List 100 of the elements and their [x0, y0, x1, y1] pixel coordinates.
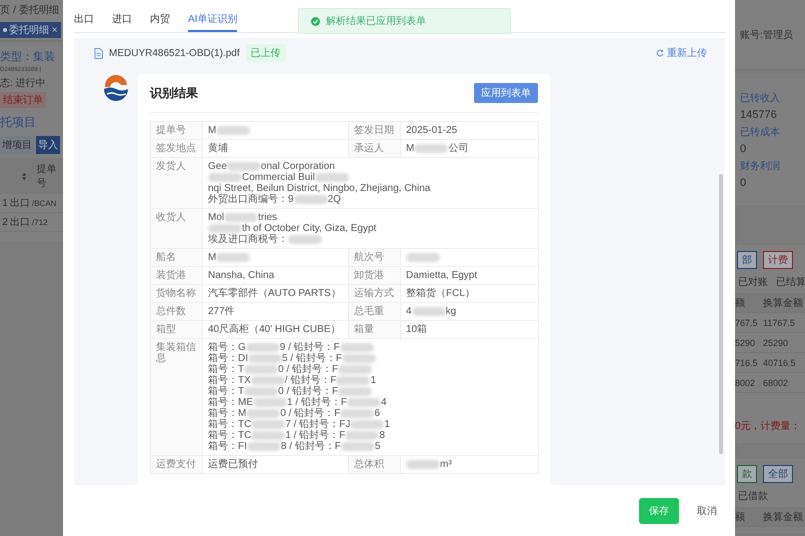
field-value: 6: [374, 408, 380, 419]
fee-summary: 0元，计费量：: [735, 420, 802, 433]
field-label: 提单号: [150, 122, 202, 140]
field-value: 1: [384, 419, 390, 430]
table-cell: 11767.5: [763, 318, 795, 328]
field-value: 箱号：ME: [208, 397, 253, 408]
blurred-text: [350, 420, 384, 430]
field-value: 2025-01-25: [406, 125, 458, 136]
field-label: 总件数: [150, 302, 202, 320]
stat-value: 0: [740, 143, 748, 155]
field-value: 箱号：FI: [208, 441, 247, 452]
breadcrumb-item[interactable]: /: [13, 4, 16, 16]
field-value: 5 / 铅封号：F: [282, 353, 342, 364]
tab[interactable]: 进口: [112, 10, 132, 32]
field-value: 4: [406, 306, 412, 317]
field-value: 汽车零部件（AUTO PARTS）: [208, 288, 341, 299]
account-label: 账号:管理员: [740, 30, 793, 41]
field-value: M: [406, 143, 414, 154]
success-icon: [311, 16, 320, 26]
breadcrumb-item[interactable]: 委托明细: [18, 3, 59, 17]
field-value: Nansha, China: [208, 270, 274, 281]
filter-option[interactable]: 已借款: [738, 489, 768, 503]
column-header: 提单号: [36, 162, 58, 190]
page-tab[interactable]: 委托明细 ×: [0, 22, 61, 38]
field-value: Damietta, Egypt: [406, 270, 478, 281]
table-cell: 40716.5: [763, 358, 796, 368]
field-value: 箱号：TC: [208, 430, 252, 441]
sort-icon[interactable]: [22, 172, 26, 180]
field-label: 承运人: [348, 140, 400, 158]
toolbar-button[interactable]: 导入: [36, 136, 60, 154]
blurred-text: [340, 442, 375, 452]
table-cell: /BCAN: [32, 198, 56, 208]
apply-button[interactable]: 应用到表单: [474, 83, 538, 103]
table-cell: /712: [32, 218, 48, 226]
table-cell-text: 5290: [735, 338, 756, 348]
scrollbar[interactable]: [719, 174, 723, 454]
cancel-button[interactable]: 取消: [695, 498, 719, 522]
tab[interactable]: AI单证识别: [188, 10, 238, 32]
table-cell-text: 出口: [10, 216, 31, 229]
blurred-text: [288, 235, 322, 244]
field-value: 箱号：G: [208, 342, 246, 353]
filter-tag[interactable]: 全部: [763, 465, 793, 483]
table-cell-text: 出口: [10, 196, 31, 210]
field-value: 运费已预付: [208, 459, 258, 470]
field-value: 1 / 铅封号：F: [285, 430, 346, 441]
blurred-text: [412, 307, 446, 316]
blurred-text: [314, 173, 349, 182]
field-value: 8 / 铅封号：F: [280, 441, 341, 452]
blurred-text: [406, 253, 440, 262]
field-value: 7 / 铅封号：FJ: [285, 419, 350, 430]
table-cell-text: 767.5: [735, 318, 759, 328]
field-value: tries: [258, 212, 278, 223]
field-label: 船名: [150, 248, 202, 266]
tab[interactable]: 出口: [74, 10, 94, 32]
field-label: 运输方式: [348, 284, 400, 302]
column-header: 换算金额: [763, 296, 803, 310]
end-order-button[interactable]: 结束订单: [0, 92, 46, 108]
field-value: 外贸出口商编号：9: [208, 194, 294, 205]
file-name: MEDUYR486521-OBD(1).pdf: [109, 48, 240, 58]
field-label: 签发地点: [150, 140, 202, 158]
filter-option[interactable]: 已对账: [738, 275, 768, 289]
save-button[interactable]: 保存: [639, 498, 679, 524]
filter-tag[interactable]: 计费: [763, 251, 793, 269]
tab[interactable]: 内贸: [150, 10, 170, 32]
table-cell-text: 2: [1, 216, 9, 228]
field-label: 收货人: [150, 208, 202, 248]
column-header: 换算金额: [763, 510, 803, 524]
blurred-text: [340, 343, 374, 352]
field-label: 总体积: [348, 456, 400, 474]
field-label: 签发日期: [348, 122, 400, 140]
status-tag: 已上传: [246, 44, 286, 62]
table-cell-text: 716.5: [735, 358, 759, 368]
field-value: 0 / 铅封号：F: [278, 386, 338, 397]
field-label: 装货港: [150, 266, 202, 284]
field-value: 8: [379, 430, 385, 441]
filter-tag[interactable]: 部: [737, 251, 757, 269]
blurred-text: [345, 431, 380, 440]
card-title: 识别结果: [150, 84, 198, 102]
field-value: 箱号：M: [208, 408, 246, 419]
reupload-link[interactable]: 重新上传: [656, 46, 707, 60]
blurred-text: [251, 420, 286, 430]
blurred-text: [251, 431, 286, 440]
section-title: 托项目: [0, 114, 37, 131]
field-value: 整箱货（FCL）: [406, 288, 475, 299]
field-value: 公司: [448, 143, 468, 154]
breadcrumb-item[interactable]: 页: [0, 3, 10, 17]
filter-tag[interactable]: 款: [737, 465, 757, 483]
blurred-text: [253, 398, 287, 408]
table-cell-text: 1: [1, 198, 9, 208]
field-value: 40尺高柜（40' HIGH CUBE）: [208, 324, 340, 335]
blurred-text: [342, 354, 376, 364]
field-value: M: [208, 252, 216, 263]
toolbar-button[interactable]: 增项目: [0, 136, 34, 154]
table-cell: 25290: [763, 338, 788, 348]
field-value: 10箱: [406, 324, 428, 335]
field-label: 集装箱信息: [150, 338, 202, 456]
blurred-text: [347, 398, 382, 408]
field-value: 箱号：TX: [208, 375, 251, 386]
blurred-text: [244, 387, 278, 396]
field-value: 277件: [208, 306, 235, 317]
